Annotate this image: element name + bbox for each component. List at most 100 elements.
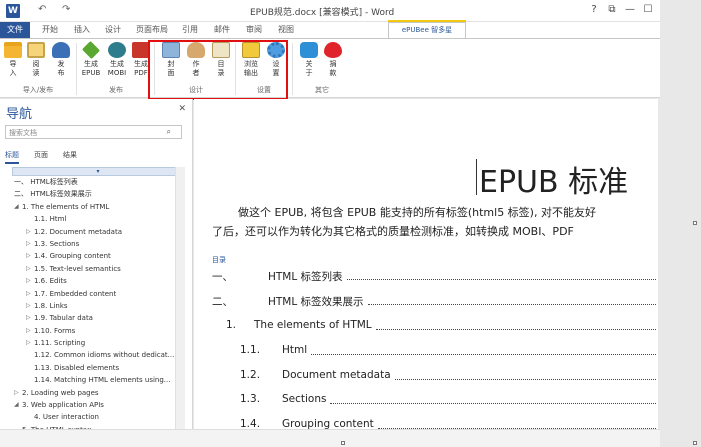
expand-icon[interactable]: ▷ bbox=[26, 325, 31, 337]
document-canvas[interactable]: EPUB 标准 做这个 EPUB, 将包含 EPUB 能支持的所有标签(html… bbox=[194, 99, 658, 429]
tab-results[interactable]: 结果 bbox=[63, 150, 77, 160]
word-app-icon[interactable]: W bbox=[6, 4, 20, 18]
search-icon[interactable]: ⌕ bbox=[167, 127, 171, 137]
expand-icon[interactable]: ▷ bbox=[26, 263, 31, 275]
expand-icon[interactable]: ▷ bbox=[14, 387, 19, 399]
text-cursor bbox=[476, 159, 477, 195]
toc-text: Grouping content bbox=[282, 418, 374, 429]
expand-icon[interactable]: ▷ bbox=[26, 300, 31, 312]
tab-file[interactable]: 文件 bbox=[0, 22, 30, 38]
tree-item[interactable]: ▷ 1.3. Sections bbox=[12, 238, 184, 250]
toc-number: 1.2. bbox=[240, 369, 261, 381]
resize-handle[interactable] bbox=[693, 221, 697, 225]
paragraph-line: 做这个 EPUB, 将包含 EPUB 能支持的所有标签(html5 标签), 对… bbox=[238, 206, 596, 219]
epub-icon bbox=[81, 40, 101, 60]
tree-item-label: 1.14. Matching HTML elements using... bbox=[34, 376, 171, 385]
tab-headings[interactable]: 标题 bbox=[5, 150, 19, 164]
minimize-icon[interactable]: — bbox=[622, 4, 638, 15]
toc-text: The elements of HTML bbox=[254, 319, 372, 331]
tab-insert[interactable]: 插入 bbox=[74, 24, 90, 35]
tab-review[interactable]: 审阅 bbox=[246, 24, 262, 35]
tree-item[interactable]: 4. User interaction bbox=[12, 411, 184, 423]
tree-item[interactable]: ◢ 1. The elements of HTML bbox=[12, 201, 184, 213]
tree-item-label: 1.12. Common idioms without dedicat... bbox=[34, 351, 175, 360]
tree-collapse-bar[interactable]: ▾ bbox=[12, 167, 184, 176]
tree-item[interactable]: ▷ 1.5. Text-level semantics bbox=[12, 263, 184, 275]
read-button[interactable]: 阅 读 bbox=[25, 42, 47, 78]
undo-icon[interactable]: ↶ bbox=[38, 4, 46, 15]
expand-icon[interactable]: ▷ bbox=[26, 275, 31, 287]
tree-item[interactable]: 1.1. Html bbox=[12, 213, 184, 225]
heading-tree: ▾ 一、 HTML标签列表◢二、 HTML标签效果展示◢1. The eleme… bbox=[12, 167, 184, 429]
nav-scrollbar[interactable] bbox=[175, 167, 185, 429]
donate-button[interactable]: 捐 款 bbox=[322, 42, 344, 78]
tree-item[interactable]: ▷ 1.4. Grouping content bbox=[12, 250, 184, 262]
group-label-other: 其它 bbox=[315, 86, 329, 94]
tab-home[interactable]: 开始 bbox=[42, 24, 58, 35]
expand-icon[interactable]: ▷ bbox=[26, 250, 31, 262]
tab-mailings[interactable]: 邮件 bbox=[214, 24, 230, 35]
group-divider bbox=[76, 43, 77, 95]
toc-leader-dots bbox=[368, 297, 656, 305]
tree-item-label: 1.7. Embedded content bbox=[34, 289, 117, 298]
status-bar bbox=[0, 429, 660, 447]
toc-number: 一、 bbox=[212, 271, 233, 283]
tree-item[interactable]: ▷ 1.11. Scripting bbox=[12, 337, 184, 349]
tab-design[interactable]: 设计 bbox=[105, 24, 121, 35]
expand-icon[interactable]: ▷ bbox=[26, 312, 31, 324]
maximize-icon[interactable]: ☐ bbox=[640, 4, 656, 15]
tree-item-label: 1.2. Document metadata bbox=[34, 227, 122, 236]
tab-view[interactable]: 视图 bbox=[278, 24, 294, 35]
paragraph-line: 了后，还可以作为转化为其它格式的质量检测标准，如转换成 MOBI、PDF bbox=[212, 225, 574, 238]
tree-item[interactable]: ◢ 3. Web application APIs bbox=[12, 399, 184, 411]
tree-item[interactable]: ▷ 1.9. Tabular data bbox=[12, 312, 184, 324]
tab-epubee[interactable]: ePUBee 智多星 bbox=[388, 22, 466, 38]
group-label-import: 导入/发布 bbox=[22, 86, 54, 94]
expand-icon[interactable]: ▷ bbox=[26, 337, 31, 349]
tree-item-label: 一、 HTML标签列表 bbox=[14, 178, 78, 186]
toc-leader-dots bbox=[330, 396, 656, 404]
ribbon-display-icon[interactable]: ⧉ bbox=[604, 4, 620, 15]
tree-item-label: 1.3. Sections bbox=[34, 239, 80, 248]
tree-item[interactable]: ▷ 1.6. Edits bbox=[12, 275, 184, 287]
resize-handle[interactable] bbox=[341, 441, 345, 445]
close-icon[interactable]: ✕ bbox=[178, 104, 186, 114]
resize-handle[interactable] bbox=[693, 441, 697, 445]
title-bar: W ↶ ↷ EPUB规范.docx [兼容模式] - Word ? ⧉ — ☐ bbox=[0, 0, 660, 22]
tree-item-label: 4. User interaction bbox=[34, 413, 99, 422]
tree-item-label: 1.9. Tabular data bbox=[34, 314, 93, 323]
tree-item[interactable]: ▷ 1.2. Document metadata bbox=[12, 226, 184, 238]
tree-item[interactable]: 1.14. Matching HTML elements using... bbox=[12, 374, 184, 386]
tree-item[interactable]: ▷ 2. Loading web pages bbox=[12, 387, 184, 399]
expand-icon[interactable]: ▷ bbox=[26, 288, 31, 300]
tree-item[interactable]: ▷ 1.8. Links bbox=[12, 300, 184, 312]
group-divider bbox=[292, 43, 293, 95]
tree-item-label: 二、 HTML标签效果展示 bbox=[14, 190, 92, 199]
expand-icon[interactable]: ▷ bbox=[26, 238, 31, 250]
about-button[interactable]: 关 于 bbox=[298, 42, 320, 78]
document-title: EPUB 标准 bbox=[479, 165, 629, 200]
tab-references[interactable]: 引用 bbox=[182, 24, 198, 35]
tree-item[interactable]: ◢二、 HTML标签效果展示 bbox=[12, 188, 184, 200]
search-input[interactable]: 搜索文档 ⌕ bbox=[5, 125, 182, 139]
publish-button[interactable]: 发 布 bbox=[50, 42, 72, 78]
generate-mobi-button[interactable]: 生成 MOBI bbox=[106, 42, 128, 78]
toc-text: HTML 标签列表 bbox=[268, 271, 343, 283]
redo-icon[interactable]: ↷ bbox=[62, 4, 70, 15]
expand-icon[interactable]: ▷ bbox=[26, 226, 31, 238]
tree-item-label: 1. The elements of HTML bbox=[22, 202, 110, 211]
import-button[interactable]: 导 入 bbox=[2, 42, 24, 78]
tree-item[interactable]: 1.13. Disabled elements bbox=[12, 362, 184, 374]
tree-item-label: 1.5. Text-level semantics bbox=[34, 264, 121, 273]
tree-item[interactable]: 一、 HTML标签列表 bbox=[12, 176, 184, 188]
tab-pages[interactable]: 页面 bbox=[34, 150, 48, 160]
tab-layout[interactable]: 页面布局 bbox=[136, 24, 168, 35]
collapse-icon[interactable]: ◢ bbox=[14, 399, 19, 411]
collapse-icon[interactable]: ◢ bbox=[14, 201, 19, 213]
generate-epub-button[interactable]: 生成 EPUB bbox=[80, 40, 102, 78]
help-icon[interactable]: ? bbox=[586, 4, 602, 15]
tree-item[interactable]: ▷ 1.7. Embedded content bbox=[12, 288, 184, 300]
highlight-box bbox=[148, 40, 288, 100]
tree-item[interactable]: ▷ 1.10. Forms bbox=[12, 325, 184, 337]
tree-item[interactable]: 1.12. Common idioms without dedicat... bbox=[12, 349, 184, 361]
